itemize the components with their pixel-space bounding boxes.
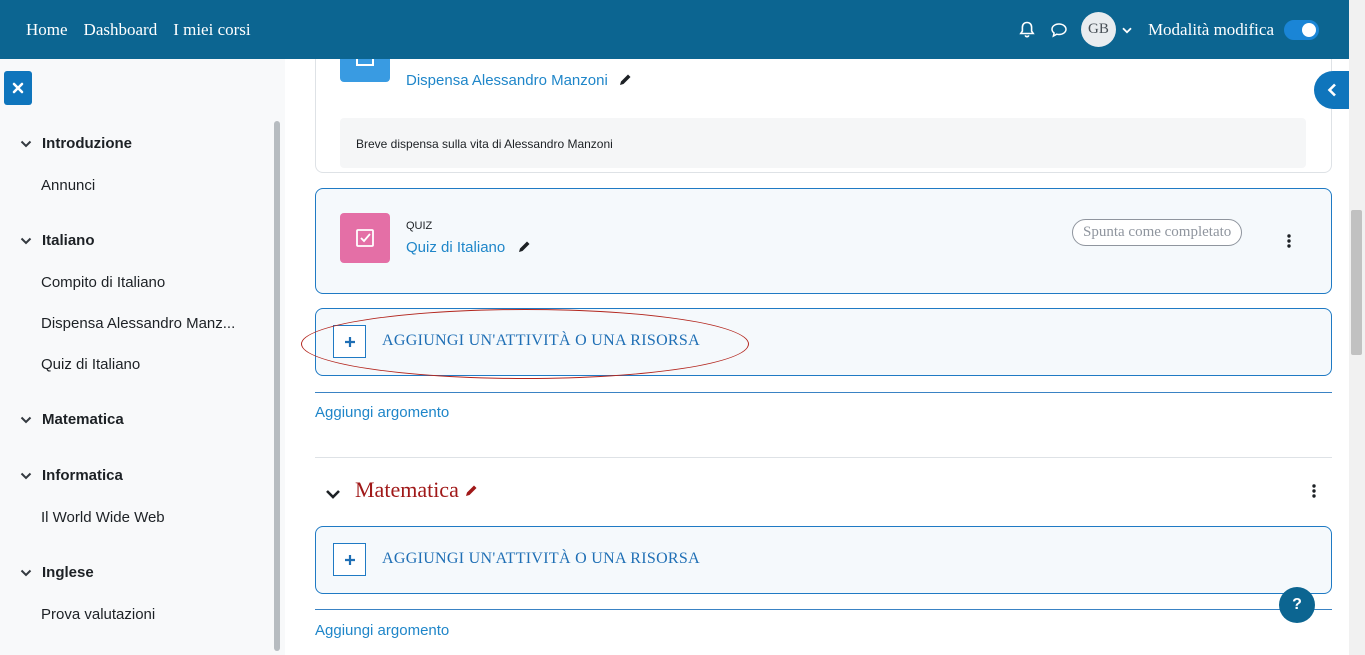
index-section-title: Informatica (42, 467, 123, 484)
nav-home-link[interactable]: Home (26, 20, 68, 40)
chevron-down-icon[interactable] (20, 569, 34, 577)
chevron-down-icon[interactable] (20, 472, 34, 480)
activity-description: Breve dispensa sulla vita di Alessandro … (340, 118, 1306, 168)
activity-title: Quiz di Italiano (406, 239, 506, 256)
checkbox-icon (340, 213, 390, 263)
activity-link-dispensa[interactable]: Dispensa Alessandro Manzoni (406, 72, 632, 89)
chevron-down-icon[interactable] (20, 416, 34, 424)
add-topic-link[interactable]: Aggiungi argomento (315, 404, 449, 421)
plus-icon (333, 325, 366, 358)
help-button[interactable]: ? (1279, 587, 1315, 623)
add-activity-button-matematica[interactable]: AGGIUNGI UN'ATTIVITÀ O UNA RISORSA (315, 526, 1332, 594)
chevron-down-icon[interactable] (20, 140, 34, 148)
close-drawer-button[interactable] (4, 71, 32, 105)
activity-card-dispensa: Dispensa Alessandro Manzoni Breve dispen… (315, 59, 1332, 173)
section-separator (315, 457, 1332, 458)
drawer-scrollbar[interactable] (274, 121, 280, 651)
bell-icon[interactable] (1017, 20, 1037, 40)
section-title-text: Matematica (355, 477, 459, 502)
top-navbar: Home Dashboard I miei corsi GB Modalità … (0, 0, 1349, 59)
index-section-title: Italiano (42, 232, 95, 249)
index-section-matematica[interactable]: Matematica (20, 411, 124, 428)
index-section-title: Inglese (42, 564, 94, 581)
index-item-annunci[interactable]: Annunci (41, 177, 95, 194)
edit-mode-label: Modalità modifica (1147, 19, 1274, 39)
index-item-quiz-italiano[interactable]: Quiz di Italiano (41, 356, 140, 373)
page-scrollbar[interactable] (1349, 0, 1365, 655)
index-section-informatica[interactable]: Informatica (20, 467, 123, 484)
section-divider (315, 609, 1332, 610)
section-title-matematica[interactable]: Matematica (355, 477, 478, 503)
index-item-compito-italiano[interactable]: Compito di Italiano (41, 274, 165, 291)
close-icon (12, 82, 24, 94)
user-avatar[interactable]: GB (1080, 12, 1116, 47)
edit-mode-toggle[interactable] (1284, 19, 1319, 40)
nav-my-courses-link[interactable]: I miei corsi (173, 20, 250, 40)
plus-icon (333, 543, 366, 576)
pencil-icon (466, 485, 477, 496)
index-section-inglese[interactable]: Inglese (20, 564, 94, 581)
mark-complete-button[interactable]: Spunta come completato (1072, 219, 1243, 246)
index-section-italiano[interactable]: Italiano (20, 232, 95, 249)
nav-dashboard-link[interactable]: Dashboard (84, 20, 158, 40)
course-index-drawer: Introduzione Annunci Italiano Compito di… (0, 59, 285, 655)
add-activity-label: AGGIUNGI UN'ATTIVITÀ O UNA RISORSA (382, 550, 700, 567)
section-collapse-icon[interactable] (325, 487, 341, 505)
index-item-prova-valutazioni[interactable]: Prova valutazioni (41, 606, 155, 623)
add-activity-label: AGGIUNGI UN'ATTIVITÀ O UNA RISORSA (382, 332, 700, 349)
activity-link-quiz[interactable]: Quiz di Italiano (406, 239, 531, 256)
pencil-icon (519, 241, 530, 252)
file-icon (340, 59, 390, 82)
index-section-introduzione[interactable]: Introduzione (20, 135, 132, 152)
course-content: Dispensa Alessandro Manzoni Breve dispen… (285, 59, 1349, 655)
section-kebab-menu-icon[interactable] (1309, 483, 1319, 499)
toggle-knob (1302, 22, 1316, 37)
activity-type-label: QUIZ (406, 220, 433, 232)
activity-title: Dispensa Alessandro Manzoni (406, 72, 608, 89)
pencil-icon (619, 74, 631, 85)
chevron-down-icon[interactable] (1122, 21, 1132, 39)
index-section-title: Matematica (42, 411, 124, 428)
index-section-title: Introduzione (42, 135, 132, 152)
section-divider (315, 392, 1332, 393)
chevron-left-icon (1327, 83, 1336, 97)
index-item-world-wide-web[interactable]: Il World Wide Web (41, 509, 165, 526)
chat-icon[interactable] (1049, 20, 1069, 40)
kebab-menu-icon[interactable] (1284, 233, 1294, 249)
chevron-down-icon[interactable] (20, 237, 34, 245)
scrollbar-thumb[interactable] (1351, 210, 1362, 355)
add-activity-button[interactable]: AGGIUNGI UN'ATTIVITÀ O UNA RISORSA (315, 308, 1332, 376)
activity-card-quiz: QUIZ Quiz di Italiano Spunta come comple… (315, 188, 1332, 294)
index-item-dispensa-manzoni[interactable]: Dispensa Alessandro Manz... (41, 315, 235, 332)
open-block-drawer-button[interactable] (1314, 71, 1350, 109)
add-topic-link-matematica[interactable]: Aggiungi argomento (315, 622, 449, 639)
